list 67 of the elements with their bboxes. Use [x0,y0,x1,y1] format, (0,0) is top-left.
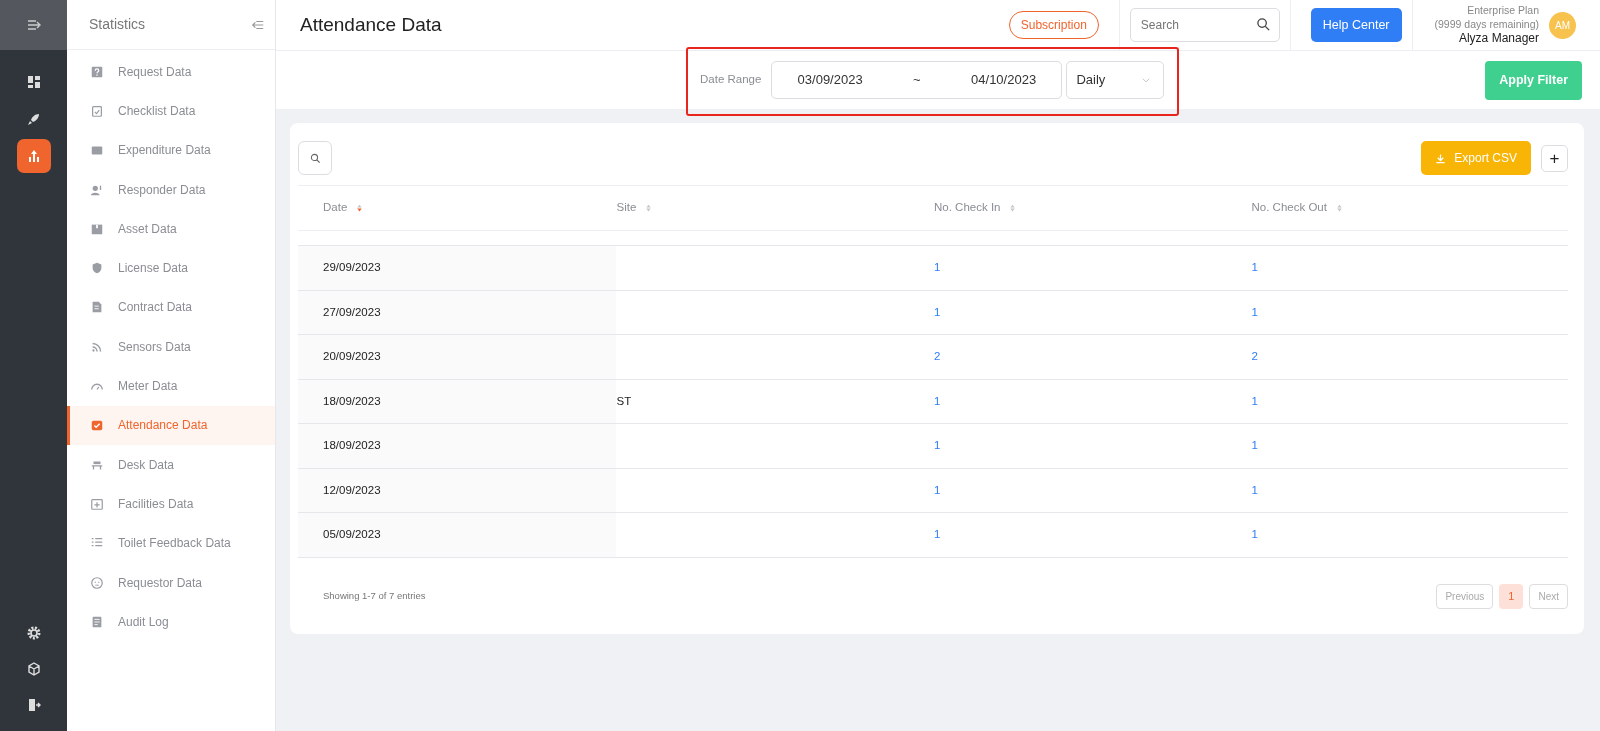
count-link[interactable]: 1 [1251,483,1258,496]
nav-rail-button[interactable] [16,139,51,173]
count-link[interactable]: 1 [934,261,941,274]
download-icon [1435,152,1447,164]
settings-icon[interactable] [25,624,42,641]
table-cell: 20/09/2023 [323,350,381,363]
page-button[interactable]: 1 [1499,583,1524,609]
count-link[interactable]: 1 [1251,439,1258,452]
log-icon [90,614,104,629]
table-cell: 18/09/2023 [323,439,381,452]
column-header[interactable]: Date [323,199,365,217]
count-link[interactable]: 1 [1251,305,1258,318]
checklist-icon [90,103,104,118]
dashboard-icon [25,74,42,90]
page-title: Attendance Data [300,12,443,37]
entries-summary: Showing 1-7 of 7 entries [323,588,426,603]
search-field[interactable]: Search [1129,8,1280,42]
sidebar-title: Statistics [89,15,145,34]
search-icon [309,152,321,164]
count-link[interactable]: 1 [934,483,941,496]
column-header[interactable]: No. Check In [934,199,1018,217]
column-header[interactable]: Site [616,199,654,217]
date-range-field[interactable]: 03/09/2023 ~ 04/10/2023 [771,61,1063,99]
period-dropdown[interactable]: Daily [1066,61,1165,99]
table-cell: 18/09/2023 [323,394,381,407]
days-remaining: (9999 days remaining) [1434,17,1539,31]
check-clipboard-icon [90,418,104,433]
cube-icon[interactable] [25,660,42,677]
rocket-icon [25,111,42,127]
document-icon [90,300,104,315]
plan-name: Enterprise Plan [1466,4,1539,18]
export-csv-button[interactable]: Export CSV [1421,141,1531,175]
count-link[interactable]: 1 [1251,261,1258,274]
shield-icon [90,261,104,276]
sidebar-item[interactable]: Attendance Data [67,405,275,445]
user-name: Alyza Manager [1457,30,1539,46]
end-date: 04/10/2023 [971,71,1037,90]
previous-button: Previous [1436,583,1494,609]
search-icon [1255,17,1271,32]
table-cell: 12/09/2023 [323,483,381,496]
range-separator: ~ [913,71,921,90]
question-icon [90,64,104,79]
count-link[interactable]: 2 [934,350,941,363]
table-cell: 05/09/2023 [323,528,381,541]
count-link[interactable]: 1 [1251,394,1258,407]
help-center-button[interactable]: Help Center [1310,8,1402,42]
chevron-down-icon [1141,75,1152,85]
count-link[interactable]: 1 [1251,528,1258,541]
add-button[interactable]: + [1541,144,1568,172]
period-value: Daily [1076,71,1106,90]
count-link[interactable]: 1 [934,305,941,318]
start-date: 03/09/2023 [797,71,863,90]
count-link[interactable]: 1 [934,394,941,407]
count-link[interactable]: 1 [934,528,941,541]
table-cell: 29/09/2023 [323,261,381,274]
table-cell: 27/09/2023 [323,305,381,318]
apply-filter-button[interactable]: Apply Filter [1485,60,1582,100]
date-range-label: Date Range [700,72,762,88]
next-button: Next [1529,583,1568,609]
subscription-button[interactable]: Subscription [1008,11,1099,39]
calendar-plus-icon [90,496,104,511]
table-cell: ST [616,394,632,407]
face-icon [90,575,104,590]
expand-menu-icon[interactable] [25,17,42,33]
count-link[interactable]: 1 [934,439,941,452]
column-header[interactable]: No. Check Out [1251,199,1344,217]
count-link[interactable]: 2 [1251,350,1258,363]
